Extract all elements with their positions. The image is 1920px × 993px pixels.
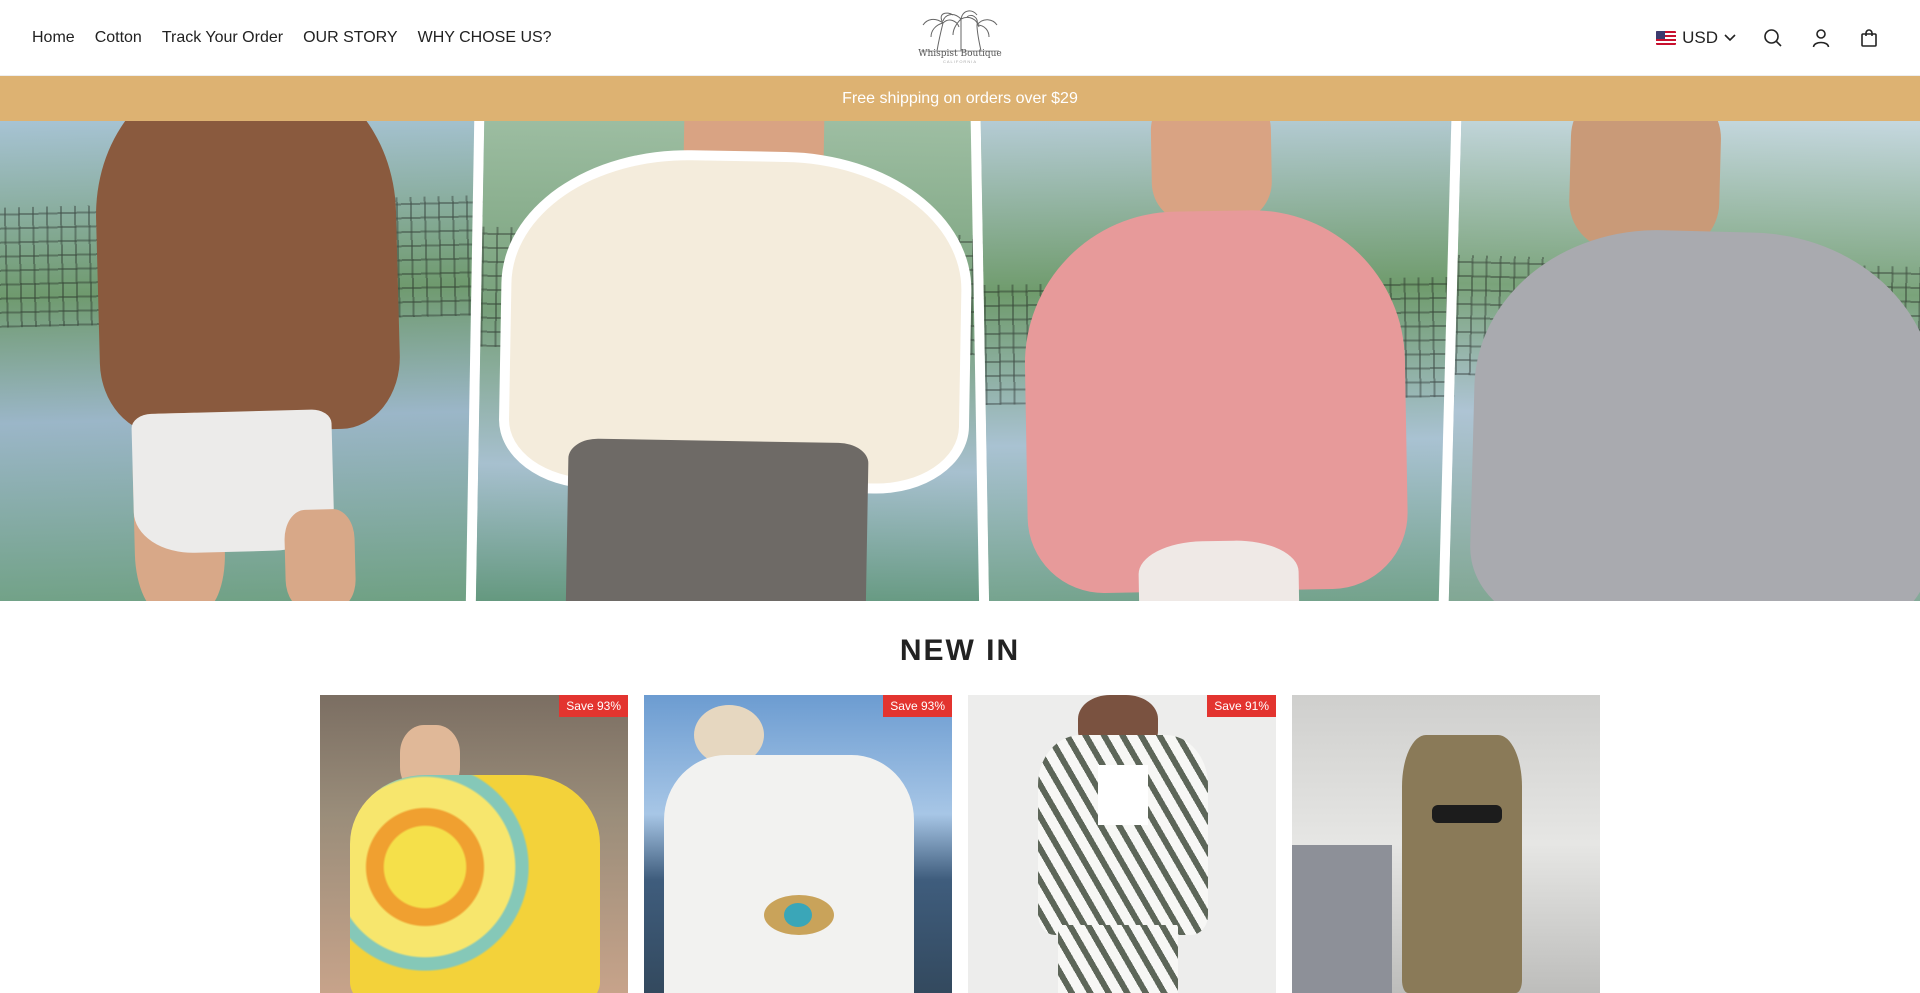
currency-selector[interactable]: USD — [1656, 28, 1736, 48]
hero-panel-pink-sweatshirt — [970, 121, 1460, 601]
nav-why-chose-us[interactable]: WHY CHOSE US? — [418, 29, 552, 47]
nav-our-story[interactable]: OUR STORY — [303, 29, 398, 47]
product-card[interactable]: Save 91% — [968, 695, 1276, 993]
site-logo[interactable]: Whispist Boutique CALIFORNIA — [915, 9, 1005, 65]
site-header: Home Cotton Track Your Order OUR STORY W… — [0, 0, 1920, 76]
hero-panel-grey-sweatshirt — [1438, 121, 1920, 601]
logo-subtext: CALIFORNIA — [942, 59, 977, 64]
product-grid: Save 93% Save 93% Save 91% — [320, 695, 1600, 993]
logo-text: Whispist Boutique — [918, 49, 1002, 59]
cart-icon[interactable] — [1858, 27, 1880, 49]
sale-badge: Save 93% — [883, 695, 952, 717]
main-nav: Home Cotton Track Your Order OUR STORY W… — [32, 0, 552, 76]
product-card[interactable]: Save 93% — [320, 695, 628, 993]
sale-badge: Save 93% — [559, 695, 628, 717]
product-image — [664, 755, 914, 993]
product-card[interactable] — [1292, 695, 1600, 993]
account-icon[interactable] — [1810, 27, 1832, 49]
header-tools: USD — [1656, 0, 1880, 76]
nav-home[interactable]: Home — [32, 29, 75, 47]
nav-cotton[interactable]: Cotton — [95, 29, 142, 47]
us-flag-icon — [1656, 31, 1677, 45]
hero-panel-cream-pullover — [465, 121, 995, 601]
hero-banner[interactable] — [0, 121, 1920, 601]
product-image — [1402, 735, 1522, 993]
hero-panel-brown-sweatshirt — [0, 121, 547, 601]
search-icon[interactable] — [1762, 27, 1784, 49]
chevron-down-icon — [1724, 34, 1736, 42]
announcement-text: Free shipping on orders over $29 — [842, 89, 1078, 107]
announcement-bar: Free shipping on orders over $29 — [0, 76, 1920, 121]
palm-trees-logo-icon — [921, 10, 999, 52]
product-image — [350, 775, 600, 993]
product-card[interactable]: Save 93% — [644, 695, 952, 993]
currency-label: USD — [1682, 28, 1718, 47]
sale-badge: Save 91% — [1207, 695, 1276, 717]
nav-track-order[interactable]: Track Your Order — [162, 29, 283, 47]
section-title-new-in: NEW IN — [899, 634, 1021, 667]
